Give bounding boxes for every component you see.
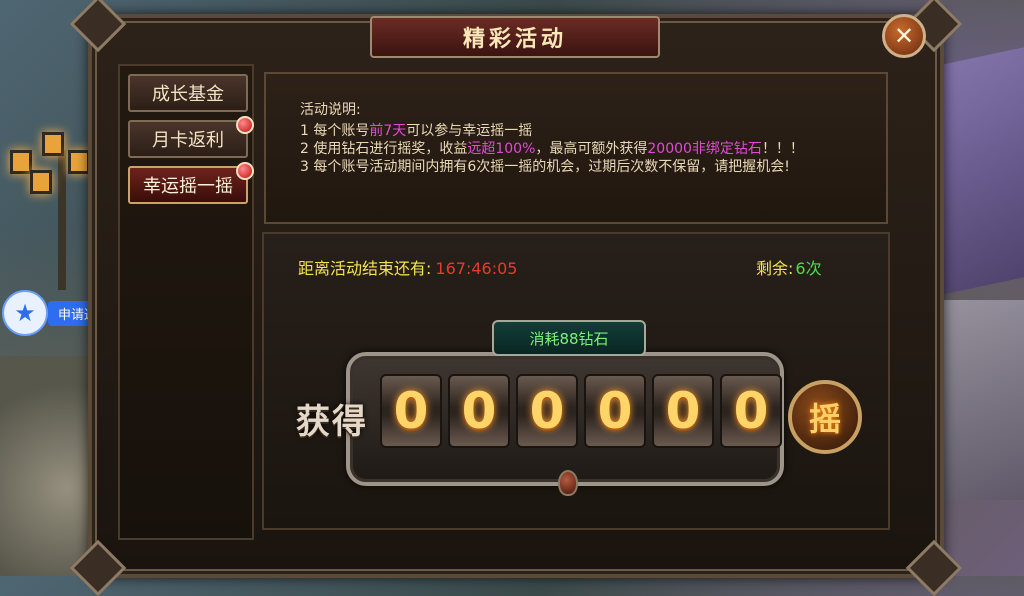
corner-ornament <box>905 539 963 596</box>
activity-description: 活动说明: 1 每个账号前7天可以参与幸运摇一摇 2 使用钻石进行摇奖，收益远超… <box>264 72 888 224</box>
description-heading: 活动说明: <box>300 102 361 118</box>
remain-count: 6次 <box>795 259 822 278</box>
slot-digits: 0 0 0 0 0 0 <box>380 374 788 448</box>
countdown-label: 距离活动结束还有: <box>298 259 432 278</box>
shake-label: 摇 <box>808 400 841 438</box>
text: 2 使用钻石进行摇奖，收益 <box>300 141 468 157</box>
countdown-timer: 167:46:05 <box>435 259 518 278</box>
remain-label: 剩余: <box>756 259 794 278</box>
highlight-text: 前7天 <box>369 123 407 139</box>
slot-digit: 0 <box>720 374 782 448</box>
slot-digit: 0 <box>584 374 646 448</box>
tab-label: 幸运摇一摇 <box>143 176 233 197</box>
remaining-chances: 剩余: 6次 <box>756 255 822 279</box>
slot-digit: 0 <box>380 374 442 448</box>
highlight-text: 20000非绑定钻石 <box>647 141 762 157</box>
notification-dot-icon <box>236 162 254 180</box>
gain-label: 获得 <box>296 402 368 442</box>
notification-dot-icon <box>236 116 254 134</box>
tab-label: 月卡返利 <box>152 130 224 151</box>
highlight-text: 远超100% <box>467 141 536 157</box>
cost-label: 消耗88钻石 <box>529 329 609 348</box>
description-line-2: 2 使用钻石进行摇奖，收益远超100%，最高可额外获得20000非绑定钻石！！！ <box>300 140 870 158</box>
tab-lucky-shake[interactable]: 幸运摇一摇 <box>128 162 254 204</box>
text: ，最高可额外获得 <box>535 141 648 157</box>
text: 可以参与幸运摇一摇 <box>406 123 533 139</box>
tab-label: 成长基金 <box>152 84 224 105</box>
street-lamp-post <box>58 150 66 290</box>
close-x-icon: ✕ <box>893 22 915 50</box>
panel-title: 精彩活动 <box>462 27 567 52</box>
lamp-icon <box>42 132 64 156</box>
slot-digit: 0 <box>516 374 578 448</box>
panel-title-bar: 精彩活动 <box>370 16 660 58</box>
lamp-icon <box>10 150 32 174</box>
rebate-float-button[interactable]: ★ <box>2 290 48 336</box>
activity-tabs: 成长基金 月卡返利 幸运摇一摇 <box>128 74 254 212</box>
lamp-icon <box>30 170 52 194</box>
text: 1 每个账号 <box>300 123 370 139</box>
tab-monthly-card-rebate[interactable]: 月卡返利 <box>128 116 254 158</box>
corner-ornament <box>69 0 127 53</box>
text: ！！！ <box>761 141 804 157</box>
shake-button[interactable]: 摇 <box>788 380 862 454</box>
description-line-3: 3 每个账号活动期间内拥有6次摇一摇的机会，过期后次数不保留，请把握机会! <box>300 159 790 175</box>
gem-ornament-icon <box>558 470 578 496</box>
lamp-icon <box>68 150 90 174</box>
slot-digit: 0 <box>652 374 714 448</box>
cost-badge: 消耗88钻石 <box>492 320 646 356</box>
close-button[interactable]: ✕ <box>882 14 926 58</box>
tab-growth-fund[interactable]: 成长基金 <box>128 74 248 112</box>
star-gamepad-icon: ★ <box>14 299 36 327</box>
countdown: 距离活动结束还有: 167:46:05 <box>298 255 517 279</box>
slot-digit: 0 <box>448 374 510 448</box>
description-line-1: 1 每个账号前7天可以参与幸运摇一摇 <box>300 122 870 140</box>
